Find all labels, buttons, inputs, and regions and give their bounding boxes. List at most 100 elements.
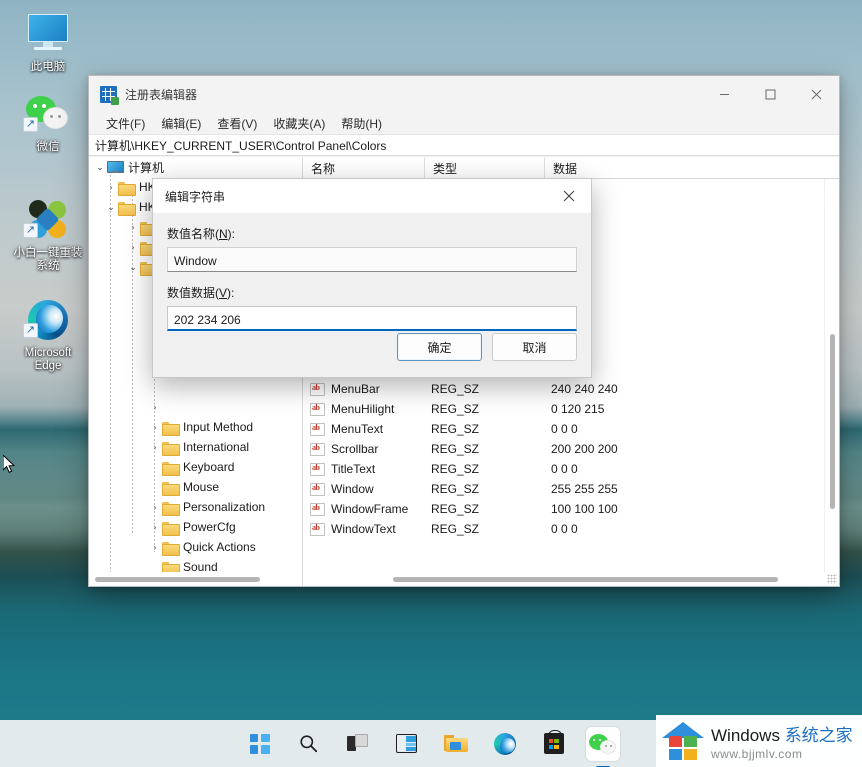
tree-node-occluded[interactable]: [89, 377, 302, 397]
tree-node-label: Quick Actions: [183, 540, 256, 554]
dialog-title: 编辑字符串: [165, 188, 225, 205]
widgets-button[interactable]: [387, 724, 427, 764]
list-horizontal-scrollbar[interactable]: [303, 572, 839, 586]
address-path: 计算机\HKEY_CURRENT_USER\Control Panel\Colo…: [95, 137, 386, 154]
resize-grip[interactable]: [827, 574, 837, 584]
tree-node-quick-actions[interactable]: › Quick Actions: [89, 537, 302, 557]
desktop-icon-wechat[interactable]: ↗ 微信: [8, 90, 88, 154]
window-title: 注册表编辑器: [125, 86, 197, 103]
tree-node-label: Keyboard: [183, 460, 234, 474]
watermark-text: Windows 系统之家 www.bjjmlv.com: [711, 721, 853, 761]
file-explorer-button[interactable]: [436, 724, 476, 764]
string-value-icon: ab: [310, 403, 325, 416]
column-header-name[interactable]: 名称: [303, 157, 425, 178]
string-value-icon: ab: [310, 423, 325, 436]
string-value-icon: ab: [310, 483, 325, 496]
start-button[interactable]: [240, 724, 280, 764]
chevron-down-icon[interactable]: ⌄: [126, 262, 140, 273]
tree-node-label: Personalization: [183, 500, 265, 514]
search-button[interactable]: [289, 724, 329, 764]
table-row[interactable]: abMenuTextREG_SZ0 0 0: [303, 419, 839, 439]
folder-icon: [162, 521, 178, 534]
close-button[interactable]: [793, 76, 839, 112]
chevron-down-icon[interactable]: ⌄: [93, 162, 107, 173]
edge-icon: [494, 733, 516, 755]
chevron-right-icon[interactable]: ›: [148, 402, 162, 412]
chevron-right-icon[interactable]: ›: [104, 182, 118, 192]
tree-node-input-method[interactable]: › Input Method: [89, 417, 302, 437]
chevron-right-icon[interactable]: ›: [148, 502, 162, 512]
tree-node-powercfg[interactable]: › PowerCfg: [89, 517, 302, 537]
taskbar-items: [240, 724, 623, 764]
dialog-body: 数值名称(N): 数值数据(V):: [153, 213, 591, 331]
tree-node-label: Mouse: [183, 480, 219, 494]
dialog-close-button[interactable]: [547, 179, 591, 213]
tree-node-mouse[interactable]: Mouse: [89, 477, 302, 497]
widgets-icon: [396, 734, 417, 753]
folder-icon: [118, 181, 134, 194]
string-value-icon: ab: [310, 383, 325, 396]
window-titlebar[interactable]: 注册表编辑器: [89, 76, 839, 112]
folder-icon: [162, 441, 178, 454]
tree-node-keyboard[interactable]: Keyboard: [89, 457, 302, 477]
tree-node-computer[interactable]: ⌄ 计算机: [89, 157, 302, 177]
chevron-right-icon[interactable]: ›: [126, 242, 140, 252]
value-data-input[interactable]: [167, 306, 577, 331]
edit-string-dialog: 编辑字符串 数值名称(N): 数值数据(V): 确定 取消: [152, 178, 592, 378]
table-row[interactable]: abWindowFrameREG_SZ100 100 100: [303, 499, 839, 519]
folder-icon: [118, 201, 134, 214]
tree-node-personalization[interactable]: › Personalization: [89, 497, 302, 517]
table-row[interactable]: abTitleTextREG_SZ0 0 0: [303, 459, 839, 479]
cancel-button[interactable]: 取消: [492, 333, 577, 361]
table-row[interactable]: abScrollbarREG_SZ200 200 200: [303, 439, 839, 459]
table-row[interactable]: abWindowREG_SZ255 255 255: [303, 479, 839, 499]
chevron-right-icon[interactable]: ›: [148, 442, 162, 452]
column-header-type[interactable]: 类型: [425, 157, 545, 178]
table-row[interactable]: abWindowTextREG_SZ0 0 0: [303, 519, 839, 539]
tree-horizontal-scrollbar[interactable]: [89, 572, 302, 586]
wechat-button[interactable]: [583, 724, 623, 764]
desktop-icon-label: 微信: [35, 141, 62, 154]
address-bar[interactable]: 计算机\HKEY_CURRENT_USER\Control Panel\Colo…: [89, 134, 839, 156]
desktop-icon-this-pc[interactable]: 此电脑: [8, 10, 88, 74]
desktop-icon-xiaobai[interactable]: ↗ 小白一键重装系统: [8, 196, 88, 273]
microsoft-store-button[interactable]: [534, 724, 574, 764]
chevron-down-icon[interactable]: ⌄: [104, 202, 118, 213]
menu-edit[interactable]: 编辑(E): [154, 113, 208, 134]
watermark-url: www.bjjmlv.com: [711, 747, 853, 761]
tree-node-occluded[interactable]: ›: [89, 397, 302, 417]
folder-icon: [162, 561, 178, 573]
edge-button[interactable]: [485, 724, 525, 764]
menu-file[interactable]: 文件(F): [99, 113, 152, 134]
dialog-buttons: 确定 取消: [397, 333, 577, 361]
dialog-titlebar[interactable]: 编辑字符串: [153, 179, 591, 213]
chevron-right-icon[interactable]: ›: [148, 542, 162, 552]
chevron-right-icon[interactable]: ›: [148, 422, 162, 432]
tree-node-international[interactable]: › International: [89, 437, 302, 457]
registry-editor-icon: [100, 86, 117, 103]
table-row[interactable]: abMenuHilightREG_SZ0 120 215: [303, 399, 839, 419]
chevron-right-icon[interactable]: ›: [126, 222, 140, 232]
menu-favorites[interactable]: 收藏夹(A): [266, 113, 332, 134]
menu-view[interactable]: 查看(V): [210, 113, 264, 134]
watermark-brand-cn: 系统之家: [785, 726, 853, 745]
value-name-input[interactable]: [167, 247, 577, 272]
chevron-right-icon[interactable]: ›: [148, 522, 162, 532]
table-row[interactable]: abMenuBarREG_SZ240 240 240: [303, 379, 839, 399]
minimize-button[interactable]: [701, 76, 747, 112]
tree-node-sound[interactable]: Sound: [89, 557, 302, 572]
tree-node-label: International: [183, 440, 249, 454]
desktop-icon-edge[interactable]: ↗ Microsoft Edge: [8, 296, 88, 373]
maximize-button[interactable]: [747, 76, 793, 112]
task-view-button[interactable]: [338, 724, 378, 764]
edge-icon: ↗: [24, 296, 72, 344]
wechat-icon: [586, 727, 620, 761]
list-vertical-scrollbar[interactable]: [824, 179, 839, 572]
ok-button[interactable]: 确定: [397, 333, 482, 361]
folder-icon: [162, 481, 178, 494]
value-data-label: 数值数据(V):: [167, 284, 577, 301]
watermark-brand-en: Windows: [711, 726, 785, 745]
menu-help[interactable]: 帮助(H): [334, 113, 389, 134]
window-controls: [701, 76, 839, 112]
column-header-data[interactable]: 数据: [545, 157, 839, 178]
